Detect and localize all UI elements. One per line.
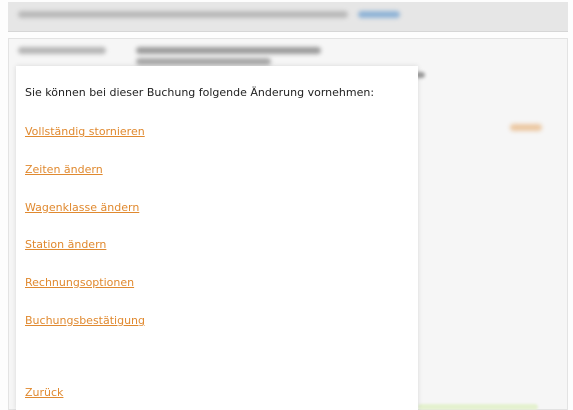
dialog-intro-text: Sie können bei dieser Buchung folgende Ä… <box>25 86 375 99</box>
info-banner-link-blurred <box>358 11 400 18</box>
booking-label-blurred <box>18 47 106 54</box>
change-times-link[interactable]: Zeiten ändern <box>25 163 103 176</box>
booking-value-blurred <box>136 58 271 65</box>
background-link-blurred <box>510 124 542 131</box>
invoice-options-link[interactable]: Rechnungsoptionen <box>25 276 134 289</box>
change-station-link[interactable]: Station ändern <box>25 238 106 251</box>
change-car-class-link[interactable]: Wagenklasse ändern <box>25 201 139 214</box>
cancel-completely-link[interactable]: Vollständig stornieren <box>25 125 145 138</box>
info-banner-text-blurred <box>18 11 348 18</box>
change-booking-dialog: Sie können bei dieser Buchung folgende Ä… <box>16 66 418 410</box>
booking-confirmation-link[interactable]: Buchungsbestätigung <box>25 314 145 327</box>
booking-value-blurred <box>136 47 321 54</box>
background-button-blurred <box>418 404 538 410</box>
back-link[interactable]: Zurück <box>25 386 63 399</box>
